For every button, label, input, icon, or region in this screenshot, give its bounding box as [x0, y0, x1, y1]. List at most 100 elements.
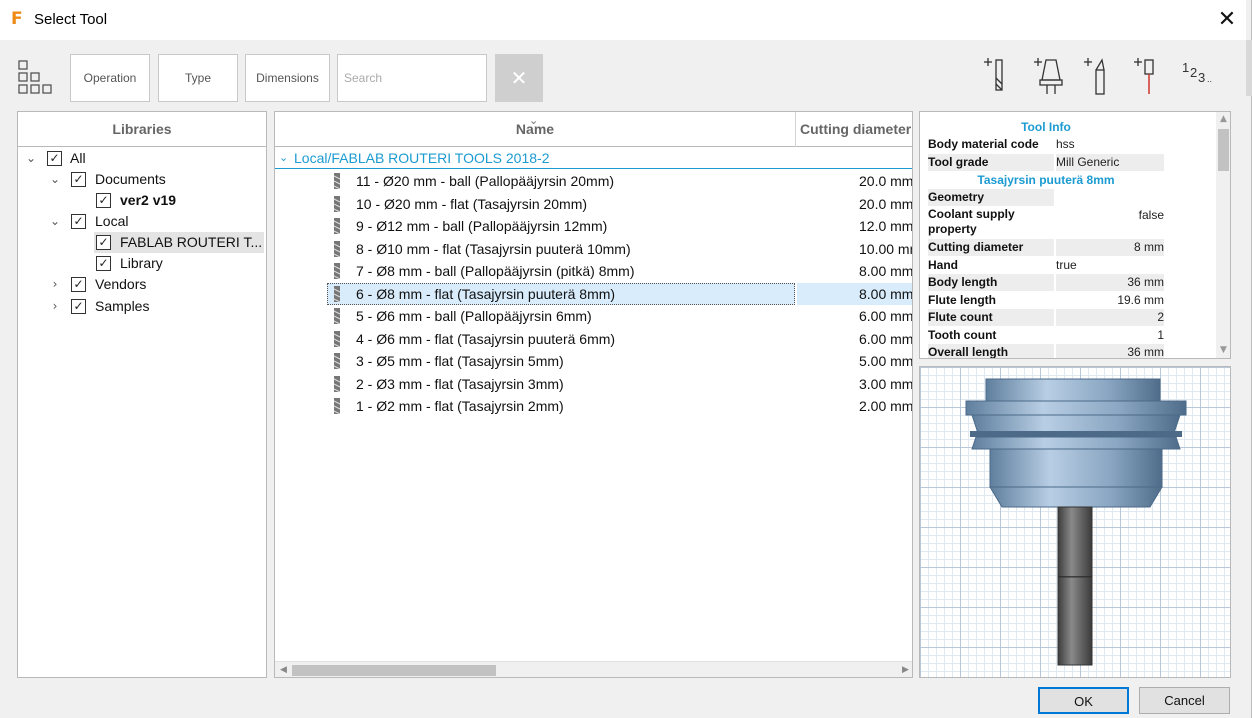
- checkbox-checked-icon[interactable]: ✓: [96, 256, 111, 271]
- scroll-up-icon[interactable]: ▲: [1216, 112, 1230, 127]
- info-row-flute-length: Flute length 19.6 mm: [928, 292, 1164, 309]
- tool-row[interactable]: 1 - Ø2 mm - flat (Tasajyrsin 2mm) 2.00 mm: [275, 395, 913, 417]
- tool-name: 7 - Ø8 mm - ball (Pallopääjyrsin (pitkä)…: [356, 263, 635, 279]
- add-mill-icon[interactable]: [983, 56, 1015, 96]
- tool-row[interactable]: 2 - Ø3 mm - flat (Tasajyrsin 3mm) 3.00 mm: [275, 373, 912, 395]
- info-value: 1: [1157, 328, 1164, 342]
- tool-row[interactable]: 8 - Ø10 mm - flat (Tasajyrsin puuterä 10…: [275, 238, 912, 260]
- tool-row[interactable]: 10 - Ø20 mm - flat (Tasajyrsin 20mm) 20.0…: [275, 193, 913, 215]
- tool-row[interactable]: 3 - Ø5 mm - flat (Tasajyrsin 5mm) 5.00 mm: [275, 350, 912, 372]
- chevron-right-icon[interactable]: ›: [48, 296, 62, 317]
- scrollbar-thumb[interactable]: [1218, 129, 1229, 171]
- end-mill-icon: [333, 330, 341, 347]
- chevron-down-icon[interactable]: ⌄: [48, 211, 62, 232]
- chevron-right-icon[interactable]: ›: [48, 274, 62, 295]
- tool-name: 10 - Ø20 mm - flat (Tasajyrsin 20mm): [356, 195, 588, 212]
- tree-label: Samples: [95, 298, 150, 314]
- checkbox-checked-icon[interactable]: ✓: [71, 277, 86, 292]
- tree-item-fablab[interactable]: ✓ FABLAB ROUTERI T...: [94, 232, 264, 253]
- scroll-down-icon[interactable]: ▼: [1216, 343, 1230, 358]
- tool-diameter: 20.0 mm: [859, 173, 913, 189]
- checkbox-checked-icon[interactable]: ✓: [96, 235, 111, 250]
- type-filter-button[interactable]: Type: [158, 54, 238, 102]
- tree-label: Vendors: [95, 276, 147, 292]
- select-tool-dialog: F Select Tool ✕ Operation Type Dimension…: [0, 0, 1252, 718]
- tool-holder-render: [965, 378, 1187, 666]
- info-value: Mill Generic: [1056, 154, 1164, 171]
- sort-caret-icon: ⌄: [529, 114, 539, 127]
- tool-row[interactable]: 5 - Ø6 mm - ball (Pallopääjyrsin 6mm) 6.0…: [275, 305, 912, 327]
- info-row-hand: Hand true: [928, 257, 1164, 274]
- checkbox-checked-icon[interactable]: ✓: [47, 151, 62, 166]
- scroll-left-icon[interactable]: ◀: [275, 662, 292, 677]
- end-mill-icon: [333, 375, 341, 392]
- info-value: 36 mm: [1056, 274, 1164, 291]
- list-header: ⌄ Name Cutting diameter: [275, 112, 912, 147]
- tree-item-ver2[interactable]: ✓ ver2 v19: [24, 190, 264, 211]
- clear-search-button[interactable]: ✕: [495, 54, 543, 102]
- numbering-icon[interactable]: 1 2 3..: [1182, 60, 1218, 92]
- checkbox-checked-icon[interactable]: ✓: [71, 299, 86, 314]
- tool-row[interactable]: 7 - Ø8 mm - ball (Pallopääjyrsin (pitkä)…: [275, 260, 912, 282]
- info-key: Coolant supply property: [928, 207, 1015, 236]
- info-vertical-scrollbar[interactable]: ▲ ▼: [1216, 112, 1230, 358]
- checkbox-checked-icon[interactable]: ✓: [71, 172, 86, 187]
- search-input[interactable]: Search: [337, 54, 487, 102]
- info-key: Body material code: [928, 137, 1039, 151]
- tool-name: 5 - Ø6 mm - ball (Pallopääjyrsin 6mm): [356, 308, 592, 324]
- end-mill-icon: [333, 353, 341, 369]
- tree-item-local[interactable]: ⌄ ✓ Local: [24, 211, 264, 232]
- checkbox-checked-icon[interactable]: ✓: [96, 193, 111, 208]
- info-value: 19.6 mm: [1117, 293, 1164, 307]
- grid-view-icon[interactable]: [18, 60, 54, 96]
- chevron-down-icon[interactable]: ⌄: [279, 147, 288, 169]
- tool-row[interactable]: 4 - Ø6 mm - flat (Tasajyrsin puuterä 6mm…: [275, 328, 912, 350]
- checkbox-checked-icon[interactable]: ✓: [71, 214, 86, 229]
- info-key: Flute length: [928, 293, 996, 307]
- tool-name: 4 - Ø6 mm - flat (Tasajyrsin puuterä 6mm…: [356, 330, 616, 347]
- tool-row[interactable]: 9 - Ø12 mm - ball (Pallopääjyrsin 12mm) 1…: [275, 215, 912, 237]
- name-column-header[interactable]: ⌄ Name: [275, 112, 796, 147]
- info-value: false: [1138, 208, 1164, 222]
- info-value: 2: [1056, 309, 1164, 326]
- tool-diameter: 20.0 mm: [859, 195, 913, 212]
- library-group-row[interactable]: ⌄ Local/FABLAB ROUTERI TOOLS 2018-2: [275, 147, 912, 169]
- tree-item-vendors[interactable]: › ✓ Vendors: [24, 274, 264, 295]
- ok-button[interactable]: OK: [1038, 687, 1129, 714]
- close-icon[interactable]: ✕: [1210, 6, 1244, 34]
- tool-preview: [919, 366, 1231, 678]
- title-bar: F Select Tool ✕: [0, 0, 1246, 40]
- chevron-down-icon[interactable]: ⌄: [24, 148, 38, 169]
- scrollbar-thumb[interactable]: [292, 665, 496, 676]
- dimensions-filter-button[interactable]: Dimensions: [245, 54, 330, 102]
- end-mill-icon: [333, 240, 341, 257]
- tree-item-documents[interactable]: ⌄ ✓ Documents: [24, 169, 264, 190]
- info-row-geometry: Geometry: [928, 189, 1164, 206]
- info-section-label: Geometry: [928, 189, 1054, 206]
- add-holder-icon[interactable]: [1033, 56, 1065, 96]
- tree-label: Local: [95, 213, 129, 229]
- tool-name: 11 - Ø20 mm - ball (Pallopääjyrsin 20mm): [356, 173, 615, 189]
- operation-filter-button[interactable]: Operation: [70, 54, 150, 102]
- tool-name: 8 - Ø10 mm - flat (Tasajyrsin puuterä 10…: [356, 240, 631, 257]
- tool-name: 6 - Ø8 mm - flat (Tasajyrsin puuterä 8mm…: [356, 285, 616, 302]
- tree-item-samples[interactable]: › ✓ Samples: [24, 296, 264, 317]
- cancel-button[interactable]: Cancel: [1139, 687, 1230, 714]
- add-probe-icon[interactable]: [1133, 56, 1165, 96]
- tool-row[interactable]: 6 - Ø8 mm - flat (Tasajyrsin puuterä 8mm…: [275, 282, 912, 305]
- scroll-right-icon[interactable]: ▶: [897, 662, 912, 677]
- tree-item-library[interactable]: ✓ Library: [24, 253, 264, 274]
- cutting-diameter-column-header[interactable]: Cutting diameter: [797, 112, 912, 147]
- libraries-panel: Libraries ⌄ ✓ All ⌄ ✓ Documents ✓ ver2 v…: [17, 111, 267, 678]
- window-title: Select Tool: [34, 11, 108, 28]
- tree-item-all[interactable]: ⌄ ✓ All: [24, 148, 264, 169]
- horizontal-scrollbar[interactable]: ◀ ▶: [275, 661, 912, 677]
- tool-diameter: 2.00 mm: [859, 398, 913, 414]
- end-mill-icon: [333, 263, 341, 279]
- chevron-down-icon[interactable]: ⌄: [48, 169, 62, 190]
- add-turning-tool-icon[interactable]: [1083, 56, 1115, 96]
- info-key: Overall length: [928, 344, 1054, 358]
- tool-row[interactable]: 11 - Ø20 mm - ball (Pallopääjyrsin 20mm)…: [275, 170, 913, 192]
- info-row-tooth-count: Tooth count 1: [928, 327, 1164, 344]
- tree-label: Documents: [95, 171, 166, 187]
